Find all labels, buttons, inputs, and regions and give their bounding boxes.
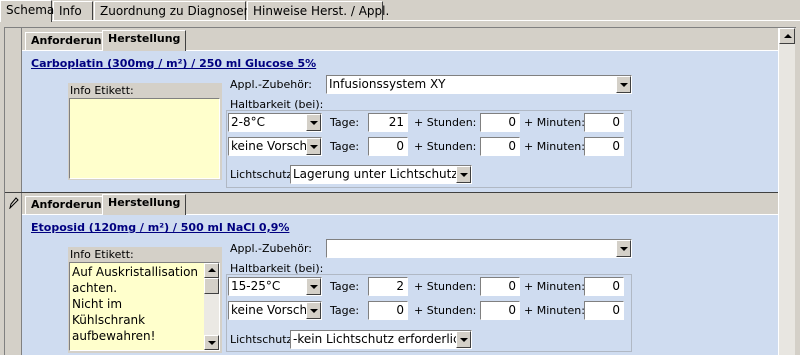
record-etoposid: Anforderung Herstellung Etoposid (120mg … <box>22 194 778 355</box>
lichtschutz-combo[interactable]: -kein Lichtschutz erforderlich- <box>290 330 472 349</box>
scroll-up-button[interactable] <box>204 263 219 278</box>
tab-herstellung[interactable]: Herstellung <box>102 30 187 51</box>
tage-label: Tage: <box>330 280 360 293</box>
minuten-input-2[interactable]: 0 <box>584 137 624 156</box>
minuten-label: + Minuten: <box>524 116 585 129</box>
lichtschutz-value: -kein Lichtschutz erforderlich- <box>293 332 472 346</box>
main-tab-bar: Schema Info Zuordnung zu Diagnosen Hinwe… <box>0 0 800 22</box>
tage-input-1[interactable]: 2 <box>368 277 408 296</box>
info-etikett-label: Info Etikett: <box>70 248 134 261</box>
tage-label: Tage: <box>330 304 360 317</box>
info-etikett-label: Info Etikett: <box>70 84 134 97</box>
appl-zubehoer-value: Infusionssystem XY <box>329 77 446 91</box>
herstellung-panel: Etoposid (120mg / m²) / 500 ml NaCl 0,9%… <box>22 214 778 355</box>
minuten-input-1[interactable]: 0 <box>584 277 624 296</box>
tab-schema[interactable]: Schema <box>0 0 54 22</box>
dropdown-arrow-icon[interactable] <box>616 240 631 257</box>
info-etikett-box: Info Etikett: Auf Auskristallisation ach… <box>68 247 222 353</box>
record-carboplatin: Anforderung Herstellung Carboplatin (300… <box>22 30 778 192</box>
info-etikett-textarea[interactable] <box>69 98 220 179</box>
appl-zubehoer-combo[interactable] <box>326 239 632 258</box>
tage-label: Tage: <box>330 140 360 153</box>
dropdown-arrow-icon[interactable] <box>616 76 631 93</box>
temp-combo-1[interactable]: 15-25°C <box>228 277 322 296</box>
scroll-thumb[interactable] <box>204 278 219 294</box>
lichtschutz-label: Lichtschutz: <box>230 168 297 181</box>
appl-zubehoer-combo[interactable]: Infusionssystem XY <box>326 75 632 94</box>
haltbarkeit-label: Haltbarkeit (bei): <box>230 98 324 111</box>
tage-input-2[interactable]: 0 <box>368 301 408 320</box>
minuten-input-1[interactable]: 0 <box>584 113 624 132</box>
stunden-input-1[interactable]: 0 <box>480 277 520 296</box>
temp-value-1: 15-25°C <box>231 279 281 293</box>
herstellung-panel: Carboplatin (300mg / m²) / 250 ml Glucos… <box>22 50 778 192</box>
scroll-up-button[interactable] <box>779 28 795 44</box>
info-etikett-box: Info Etikett: <box>68 83 222 180</box>
dropdown-arrow-icon[interactable] <box>456 331 471 348</box>
dropdown-arrow-icon[interactable] <box>306 138 321 155</box>
lichtschutz-label: Lichtschutz: <box>230 333 297 346</box>
temp-combo-2[interactable]: keine Vorschr <box>228 137 322 156</box>
tab-info[interactable]: Info <box>53 1 93 21</box>
minuten-label: + Minuten: <box>524 140 585 153</box>
stunden-label: + Stunden: <box>414 140 477 153</box>
lichtschutz-combo[interactable]: Lagerung unter Lichtschutz <box>290 165 472 184</box>
info-etikett-textarea[interactable]: Auf Auskristallisation achten. Nicht im … <box>69 262 220 351</box>
dropdown-arrow-icon[interactable] <box>306 302 321 319</box>
tab-hinweise-herst-appl[interactable]: Hinweise Herst. / Appl. <box>247 1 389 21</box>
dropdown-arrow-icon[interactable] <box>306 114 321 131</box>
stunden-input-2[interactable]: 0 <box>480 301 520 320</box>
lichtschutz-value: Lagerung unter Lichtschutz <box>293 167 458 181</box>
temp-value-1: 2-8°C <box>231 115 265 129</box>
record-title[interactable]: Etoposid (120mg / m²) / 500 ml NaCl 0,9% <box>31 221 289 234</box>
tage-label: Tage: <box>330 116 360 129</box>
minuten-input-2[interactable]: 0 <box>584 301 624 320</box>
appl-zubehoer-label: Appl.-Zubehör: <box>230 242 313 255</box>
stunden-label: + Stunden: <box>414 280 477 293</box>
subform-scrollbar[interactable] <box>778 28 795 355</box>
temp-combo-1[interactable]: 2-8°C <box>228 113 322 132</box>
record-title[interactable]: Carboplatin (300mg / m²) / 250 ml Glucos… <box>31 57 316 70</box>
stunden-input-2[interactable]: 0 <box>480 137 520 156</box>
minuten-label: + Minuten: <box>524 280 585 293</box>
appl-zubehoer-label: Appl.-Zubehör: <box>230 78 313 91</box>
pencil-icon <box>9 197 19 209</box>
tage-input-1[interactable]: 21 <box>368 113 408 132</box>
arrow-up-icon <box>784 34 792 38</box>
temp-value-2: keine Vorschr <box>231 303 312 317</box>
temp-value-2: keine Vorschr <box>231 139 312 153</box>
stunden-label: + Stunden: <box>414 116 477 129</box>
minuten-label: + Minuten: <box>524 304 585 317</box>
stunden-input-1[interactable]: 0 <box>480 113 520 132</box>
tab-herstellung[interactable]: Herstellung <box>102 194 187 215</box>
tab-underline <box>52 20 800 21</box>
dropdown-arrow-icon[interactable] <box>306 278 321 295</box>
info-textarea-scrollbar[interactable] <box>204 263 219 350</box>
temp-combo-2[interactable]: keine Vorschr <box>228 301 322 320</box>
tage-input-2[interactable]: 0 <box>368 137 408 156</box>
dropdown-arrow-icon[interactable] <box>456 166 471 183</box>
tab-zuordnung-diagnosen[interactable]: Zuordnung zu Diagnosen <box>94 1 251 21</box>
haltbarkeit-label: Haltbarkeit (bei): <box>230 262 324 275</box>
stunden-label: + Stunden: <box>414 304 477 317</box>
scroll-down-button[interactable] <box>204 335 219 350</box>
record-separator <box>5 192 795 193</box>
